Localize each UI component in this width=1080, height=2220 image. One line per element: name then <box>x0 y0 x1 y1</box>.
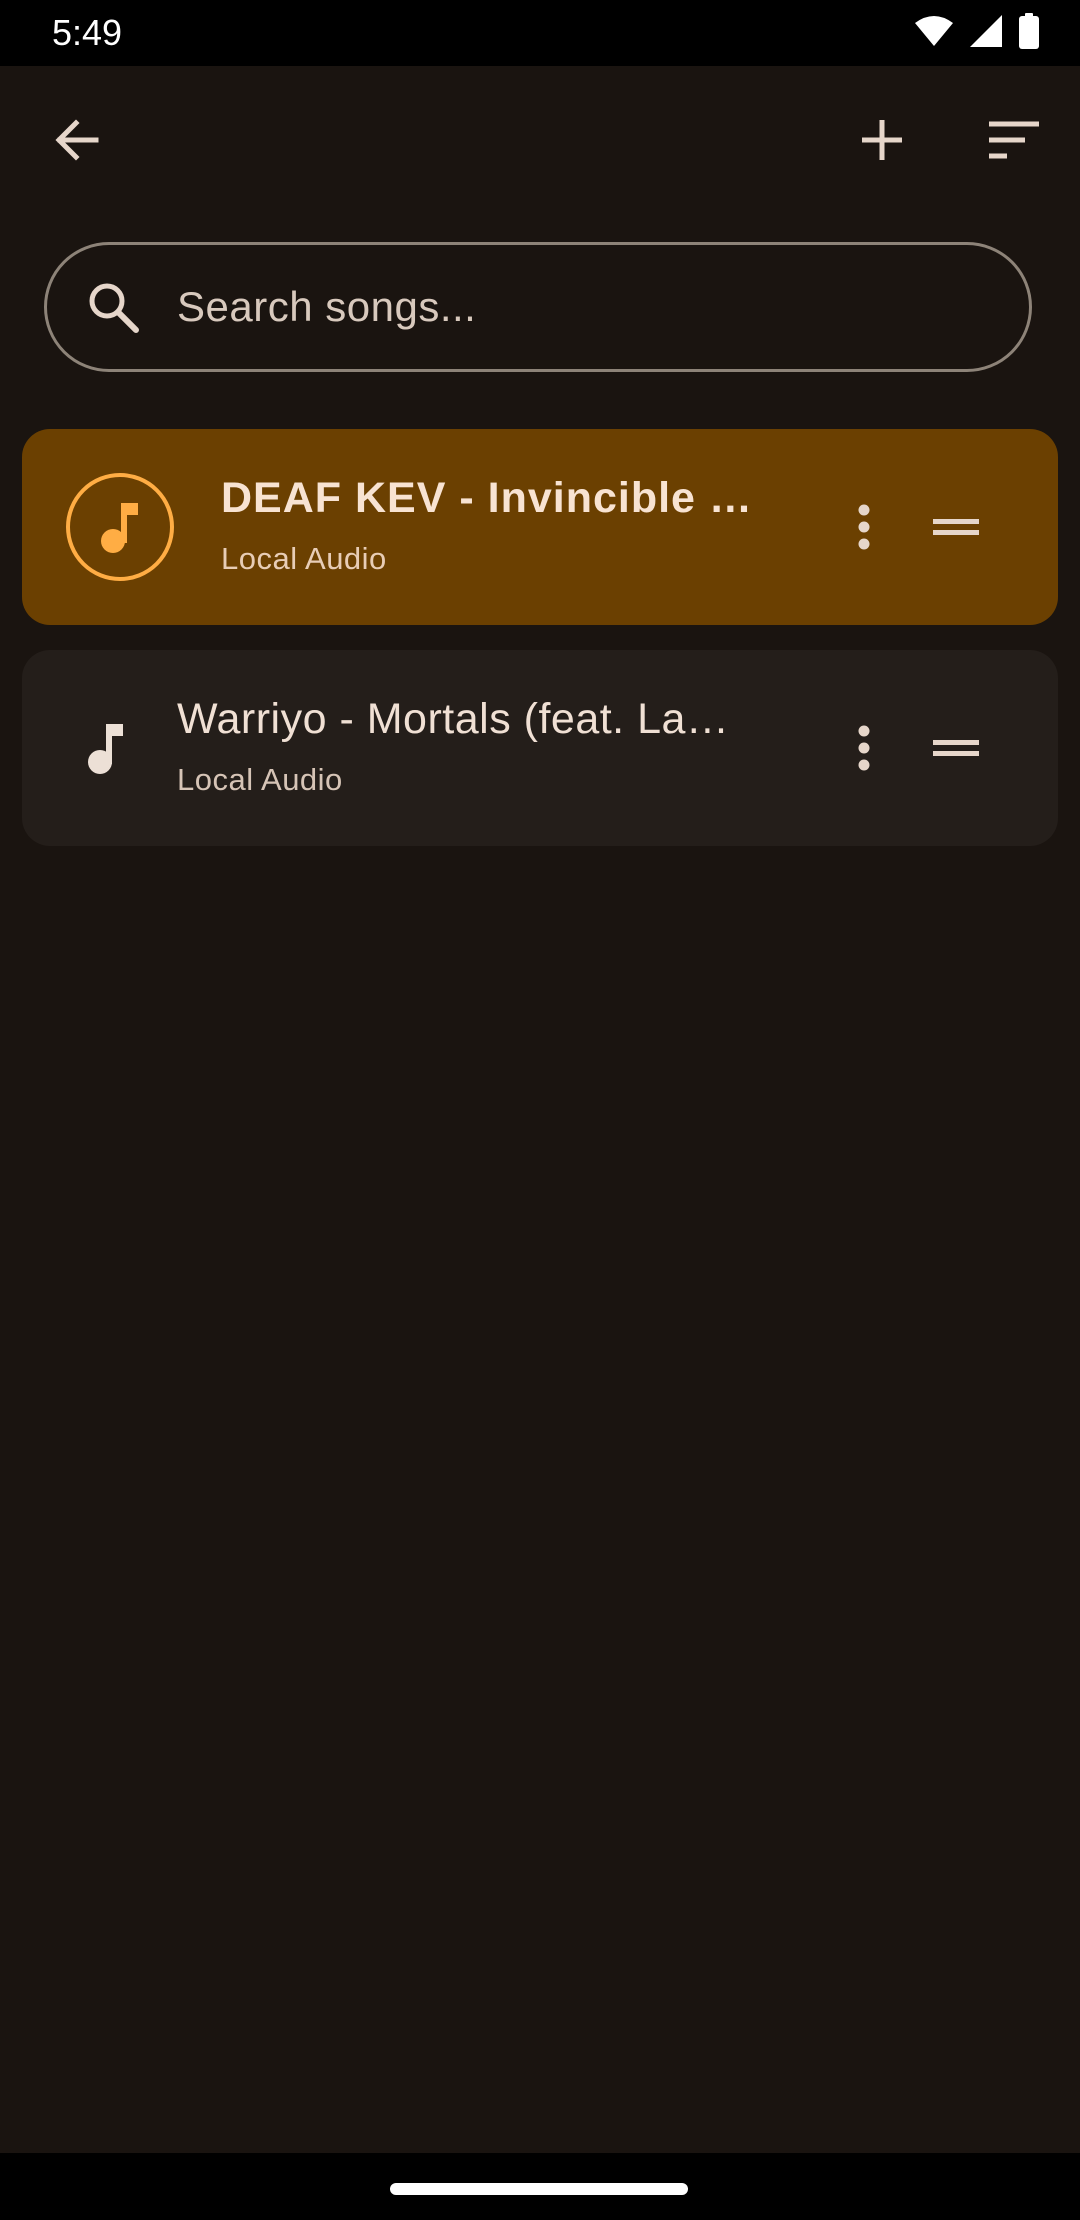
track-title: DEAF KEV - Invincible … <box>221 474 753 522</box>
battery-icon <box>1018 12 1040 54</box>
sort-icon <box>987 120 1041 165</box>
plus-icon <box>859 117 905 168</box>
cellular-signal-icon <box>968 14 1004 53</box>
home-gesture-handle[interactable] <box>390 2183 688 2195</box>
arrow-left-icon <box>52 115 102 170</box>
track-item[interactable]: Warriyo - Mortals (feat. La… Local Audio <box>22 650 1058 846</box>
track-subtitle: Local Audio <box>177 762 343 797</box>
back-button[interactable] <box>29 94 125 190</box>
search-input[interactable]: Search songs... <box>44 242 1032 372</box>
search-placeholder: Search songs... <box>177 283 477 330</box>
more-vert-icon[interactable] <box>824 487 904 567</box>
gesture-nav-bar <box>0 2153 1080 2220</box>
status-bar: 5:49 <box>0 0 1080 66</box>
app-bar <box>0 66 1080 218</box>
playlist-screen: 5:49 Search songs... DEAF KEV - Invincib… <box>0 0 1080 2220</box>
search-icon <box>85 279 141 335</box>
track-item-playing[interactable]: DEAF KEV - Invincible … Local Audio <box>22 429 1058 625</box>
add-button[interactable] <box>834 94 930 190</box>
wifi-icon <box>914 15 954 52</box>
drag-handle-icon[interactable] <box>916 708 996 788</box>
track-subtitle: Local Audio <box>221 541 387 576</box>
track-title: Warriyo - Mortals (feat. La… <box>177 695 730 743</box>
status-time: 5:49 <box>52 12 123 53</box>
status-icons <box>914 12 1040 54</box>
sort-button[interactable] <box>966 94 1062 190</box>
more-vert-icon[interactable] <box>824 708 904 788</box>
drag-handle-icon[interactable] <box>916 487 996 567</box>
music-note-icon <box>66 708 146 788</box>
music-note-icon <box>66 473 174 581</box>
